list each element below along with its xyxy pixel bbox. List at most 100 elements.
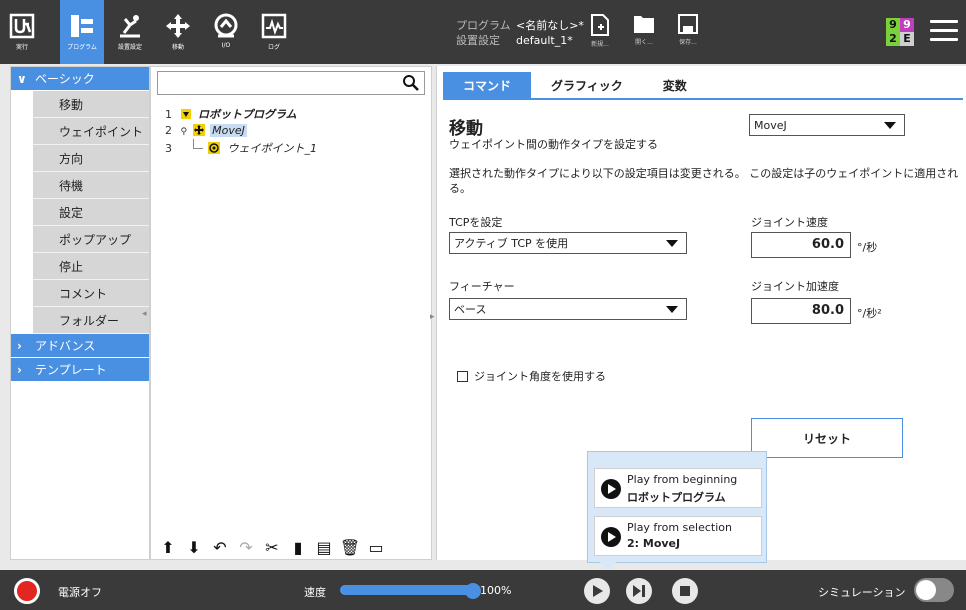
header-bar: 実行 プログラム 設置設定 移動 I/O ログ プログラム <名前なし>* 設置… bbox=[0, 0, 966, 64]
io-tab[interactable]: I/O bbox=[204, 0, 248, 64]
move-up-icon[interactable]: ⬆ bbox=[157, 537, 179, 557]
copy-icon[interactable]: ▮ bbox=[287, 537, 309, 557]
joint-speed-input[interactable]: 60.0 bbox=[751, 232, 851, 258]
program-tab-label: プログラム bbox=[67, 44, 97, 51]
paste-icon[interactable]: ▤ bbox=[313, 537, 335, 557]
undo-icon[interactable]: ↶ bbox=[209, 537, 231, 557]
joint-angle-label: ジョイント角度を使用する bbox=[474, 370, 606, 383]
tree-line-number: 1 bbox=[165, 108, 172, 121]
tab-command[interactable]: コマンド bbox=[443, 72, 532, 98]
advanced-section-label: アドバンス bbox=[35, 339, 96, 353]
play-icon bbox=[601, 479, 621, 499]
tab-graphics[interactable]: グラフィック bbox=[531, 72, 643, 98]
tree-node-waypoint[interactable]: 3 ウェイポイント_1 bbox=[165, 139, 317, 155]
open-program-button[interactable]: 開く... bbox=[624, 14, 664, 60]
program-name: <名前なし>* bbox=[516, 19, 584, 32]
node-item-popup[interactable]: ポップアップ bbox=[33, 226, 149, 253]
program-tab[interactable]: プログラム bbox=[60, 0, 104, 64]
program-nodes-panel: ∨ ベーシック 移動 ウェイポイント 方向 待機 設定 ポップアップ 停止 コメ… bbox=[10, 66, 150, 560]
play-button[interactable] bbox=[584, 578, 610, 604]
search-input[interactable] bbox=[157, 71, 425, 95]
run-tab[interactable]: 実行 bbox=[0, 0, 44, 64]
editor-tabs: コマンド グラフィック 変数 bbox=[443, 72, 707, 98]
node-item-direction[interactable]: 方向 bbox=[33, 145, 149, 172]
program-tree-panel: 1 ロボットプログラム 2 ⚲ MoveJ 3 ウェイポイント_1 ⬆ ⬇ ↶ … bbox=[150, 66, 432, 560]
status-cell: E bbox=[900, 32, 914, 46]
redo-icon[interactable]: ↷ bbox=[235, 537, 257, 557]
tree-node-label: ロボットプログラム bbox=[198, 108, 297, 121]
log-icon bbox=[261, 13, 287, 39]
advanced-section-header[interactable]: › アドバンス bbox=[11, 334, 149, 358]
node-item-wait[interactable]: 待機 bbox=[33, 172, 149, 199]
node-item-comment[interactable]: コメント bbox=[33, 280, 149, 307]
cut-icon[interactable]: ✂ bbox=[261, 537, 283, 557]
search-icon[interactable] bbox=[402, 74, 420, 92]
move-tab-label: 移動 bbox=[171, 44, 184, 51]
tcp-select[interactable]: アクティブ TCP を使用 bbox=[449, 232, 687, 254]
tree-node-robot-program[interactable]: 1 ロボットプログラム bbox=[165, 107, 317, 123]
move-node-icon bbox=[192, 124, 205, 136]
joint-accel-unit: °/秒² bbox=[857, 307, 882, 320]
feature-select[interactable]: ベース bbox=[449, 298, 687, 320]
tree-node-label: MoveJ bbox=[210, 124, 247, 137]
move-tab[interactable]: 移動 bbox=[156, 0, 200, 64]
simulation-toggle[interactable] bbox=[914, 578, 954, 602]
node-item-halt[interactable]: 停止 bbox=[33, 253, 149, 280]
hamburger-menu-icon[interactable] bbox=[930, 20, 958, 42]
delete-icon[interactable]: 🗑 bbox=[339, 537, 361, 557]
reset-button[interactable]: リセット bbox=[751, 418, 903, 458]
chevron-right-icon: › bbox=[17, 362, 22, 377]
page-subtitle: ウェイポイント間の動作タイプを設定する bbox=[449, 138, 658, 151]
play-from-beginning-button[interactable]: Play from beginning ロボットプログラム bbox=[594, 468, 762, 508]
status-cell: 9 bbox=[886, 18, 900, 32]
node-item-set[interactable]: 設定 bbox=[33, 199, 149, 226]
speed-slider[interactable] bbox=[340, 583, 481, 599]
move-type-select[interactable]: MoveJ bbox=[749, 114, 905, 136]
move-down-icon[interactable]: ⬇ bbox=[183, 537, 205, 557]
play-from-selection-label: Play from selection bbox=[627, 521, 732, 534]
joint-speed-unit: °/秒 bbox=[857, 241, 878, 254]
node-item-waypoint[interactable]: ウェイポイント bbox=[33, 118, 149, 145]
play-from-beginning-target: ロボットプログラム bbox=[627, 491, 726, 504]
stop-button[interactable] bbox=[672, 578, 698, 604]
installation-name: default_1* bbox=[516, 34, 573, 47]
power-button[interactable] bbox=[14, 578, 40, 604]
open-folder-icon bbox=[634, 16, 654, 33]
program-info: プログラム <名前なし>* 設置設定 default_1* bbox=[456, 18, 584, 48]
program-tree: 1 ロボットプログラム 2 ⚲ MoveJ 3 ウェイポイント_1 bbox=[165, 107, 317, 155]
collapse-left-handle-icon[interactable]: ◂ bbox=[142, 309, 150, 321]
step-icon bbox=[633, 585, 645, 597]
play-from-selection-button[interactable]: Play from selection 2: MoveJ bbox=[594, 516, 762, 556]
play-from-selection-target: 2: MoveJ bbox=[627, 537, 681, 550]
dropdown-arrow-icon bbox=[666, 306, 678, 313]
tab-variables[interactable]: 変数 bbox=[643, 72, 707, 98]
new-program-button[interactable]: 新規... bbox=[580, 14, 620, 60]
waypoint-icon bbox=[208, 142, 220, 154]
joint-angle-checkbox[interactable]: ジョイント角度を使用する bbox=[457, 368, 606, 384]
joint-accel-input[interactable]: 80.0 bbox=[751, 298, 851, 324]
new-file-icon bbox=[591, 14, 609, 36]
move-description: 選択された動作タイプにより以下の設定項目は変更される。 この設定は子のウェイポイ… bbox=[449, 167, 959, 195]
log-tab-label: ログ bbox=[267, 44, 280, 51]
save-program-button[interactable]: 保存... bbox=[668, 14, 708, 60]
installation-tab[interactable]: 設置設定 bbox=[108, 0, 152, 64]
node-item-folder[interactable]: フォルダー bbox=[33, 307, 149, 334]
template-section-header[interactable]: › テンプレート bbox=[11, 358, 149, 382]
speed-slider-handle[interactable] bbox=[465, 583, 481, 599]
save-icon bbox=[678, 14, 698, 34]
status-indicator[interactable]: 9 9 2 E bbox=[886, 18, 914, 46]
suppress-icon[interactable]: ▭ bbox=[365, 537, 387, 557]
tree-node-label: ウェイポイント_1 bbox=[227, 142, 318, 155]
tree-node-movej[interactable]: 2 ⚲ MoveJ bbox=[165, 123, 317, 139]
speed-slider-fill bbox=[341, 586, 473, 594]
step-button[interactable] bbox=[626, 578, 652, 604]
log-tab[interactable]: ログ bbox=[252, 0, 296, 64]
installation-key: 設置設定 bbox=[456, 34, 500, 47]
chevron-down-icon: ∨ bbox=[17, 71, 27, 86]
template-section-label: テンプレート bbox=[35, 363, 107, 377]
chevron-right-icon: › bbox=[17, 338, 22, 353]
node-item-move[interactable]: 移動 bbox=[33, 91, 149, 118]
basic-section-header[interactable]: ∨ ベーシック bbox=[11, 67, 149, 91]
speed-label: 速度 bbox=[304, 586, 326, 599]
breakpoint-pin-icon: ⚲ bbox=[180, 127, 188, 137]
